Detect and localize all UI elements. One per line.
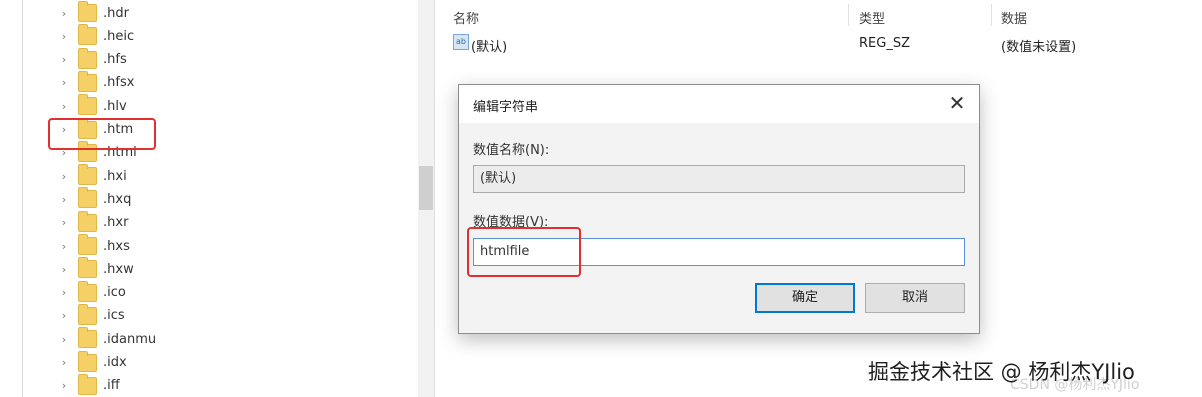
tree-item[interactable]: › .idanmu: [56, 327, 157, 350]
chevron-right-icon[interactable]: ›: [56, 240, 72, 253]
value-data-highlight-box: [467, 227, 581, 277]
folder-icon: [78, 210, 97, 232]
tree-item[interactable]: › .hfsx: [56, 70, 135, 94]
cancel-button[interactable]: 取消: [865, 283, 965, 313]
tree-item[interactable]: › .hxq: [56, 187, 132, 210]
tree-item[interactable]: › .heic: [56, 24, 135, 47]
chevron-right-icon[interactable]: ›: [56, 100, 72, 113]
tree-item[interactable]: › .hlv: [56, 94, 127, 117]
dialog-title-bar[interactable]: 编辑字符串 ✕: [459, 85, 979, 123]
tree-item-label: .idx: [103, 355, 127, 370]
tree-item[interactable]: › .hxr: [56, 210, 129, 234]
chevron-right-icon[interactable]: ›: [56, 309, 72, 322]
column-header-type[interactable]: 类型: [859, 8, 885, 27]
value-name-field: (默认): [473, 165, 965, 193]
column-header-name[interactable]: 名称: [453, 8, 479, 27]
folder-icon: [78, 94, 97, 116]
chevron-right-icon[interactable]: ›: [56, 286, 72, 299]
column-divider[interactable]: [848, 4, 849, 26]
tree-item[interactable]: › .hxs: [56, 234, 130, 257]
registry-tree-pane[interactable]: › .hdr › .heic › .hfs › .hfsx › .hlv › .htm › .html ›.…: [0, 0, 419, 397]
edit-string-dialog: 编辑字符串 ✕ 数值名称(N): (默认) 数值数据(V): htmlfile …: [458, 84, 980, 334]
tree-item-label: .hlv: [103, 98, 127, 114]
folder-icon: [78, 164, 97, 186]
tree-item-label: .hxw: [103, 261, 134, 277]
folder-icon: [78, 257, 97, 279]
folder-icon: [78, 373, 97, 395]
tree-item-label: .ico: [103, 285, 126, 301]
chevron-right-icon[interactable]: ›: [56, 263, 72, 276]
value-type[interactable]: REG_SZ: [859, 36, 910, 51]
tree-item[interactable]: › .ics: [56, 303, 125, 327]
folder-icon: [78, 24, 97, 46]
tree-item[interactable]: › .hxw: [56, 257, 134, 280]
tree-item-label: .hfs: [103, 52, 127, 68]
chevron-right-icon[interactable]: ›: [56, 193, 72, 206]
tree-guide-line: [22, 0, 23, 397]
dialog-title: 编辑字符串: [473, 100, 539, 115]
folder-icon: [78, 327, 97, 349]
tree-item[interactable]: › .hxi: [56, 164, 127, 187]
tree-item-label: .hxs: [103, 238, 130, 254]
tree-item[interactable]: › .iff: [56, 373, 120, 397]
chevron-right-icon[interactable]: ›: [56, 53, 72, 66]
tree-item-label: .hfsx: [103, 75, 135, 91]
htm-highlight-box: [48, 118, 156, 150]
chevron-right-icon[interactable]: ›: [56, 216, 72, 229]
tree-item[interactable]: › .hfs: [56, 47, 127, 71]
folder-icon: [78, 1, 97, 22]
chevron-right-icon[interactable]: ›: [56, 7, 72, 20]
chevron-right-icon[interactable]: ›: [56, 30, 72, 43]
chevron-right-icon[interactable]: ›: [56, 333, 72, 346]
tree-item[interactable]: › .hdr: [56, 1, 129, 24]
watermark: 掘金技术社区 @ 杨利杰YJlio: [868, 360, 1135, 384]
value-data[interactable]: (数值未设置): [1001, 36, 1076, 55]
folder-icon: [78, 187, 97, 209]
tree-item-label: .hxi: [103, 168, 127, 184]
tree-item-label: .hdr: [103, 5, 129, 21]
string-value-icon: ab: [453, 34, 469, 50]
tree-item-label: .ics: [103, 308, 125, 324]
chevron-right-icon[interactable]: ›: [56, 379, 72, 392]
tree-item-label: .hxr: [103, 215, 129, 231]
tree-scrollbar-thumb[interactable]: [419, 166, 433, 210]
close-icon[interactable]: ✕: [945, 91, 969, 115]
tree-item-label: .idanmu: [103, 331, 157, 347]
folder-icon: [78, 47, 97, 69]
chevron-right-icon[interactable]: ›: [56, 170, 72, 183]
tree-item-label: .iff: [103, 378, 120, 394]
folder-icon: [78, 303, 97, 325]
tree-item-label: .hxq: [103, 191, 132, 207]
folder-icon: [78, 234, 97, 255]
column-divider[interactable]: [991, 4, 992, 26]
tree-item-label: .heic: [103, 28, 135, 44]
tree-item[interactable]: › .ico: [56, 280, 126, 304]
tree-item[interactable]: › .idx: [56, 350, 127, 374]
folder-icon: [78, 70, 97, 92]
folder-icon: [78, 350, 97, 372]
column-header-data[interactable]: 数据: [1001, 8, 1027, 27]
chevron-right-icon[interactable]: ›: [56, 76, 72, 89]
folder-icon: [78, 280, 97, 302]
ok-button[interactable]: 确定: [755, 283, 855, 313]
chevron-right-icon[interactable]: ›: [56, 356, 72, 369]
value-name-label: 数值名称(N):: [473, 143, 550, 158]
value-name[interactable]: (默认): [471, 36, 507, 55]
